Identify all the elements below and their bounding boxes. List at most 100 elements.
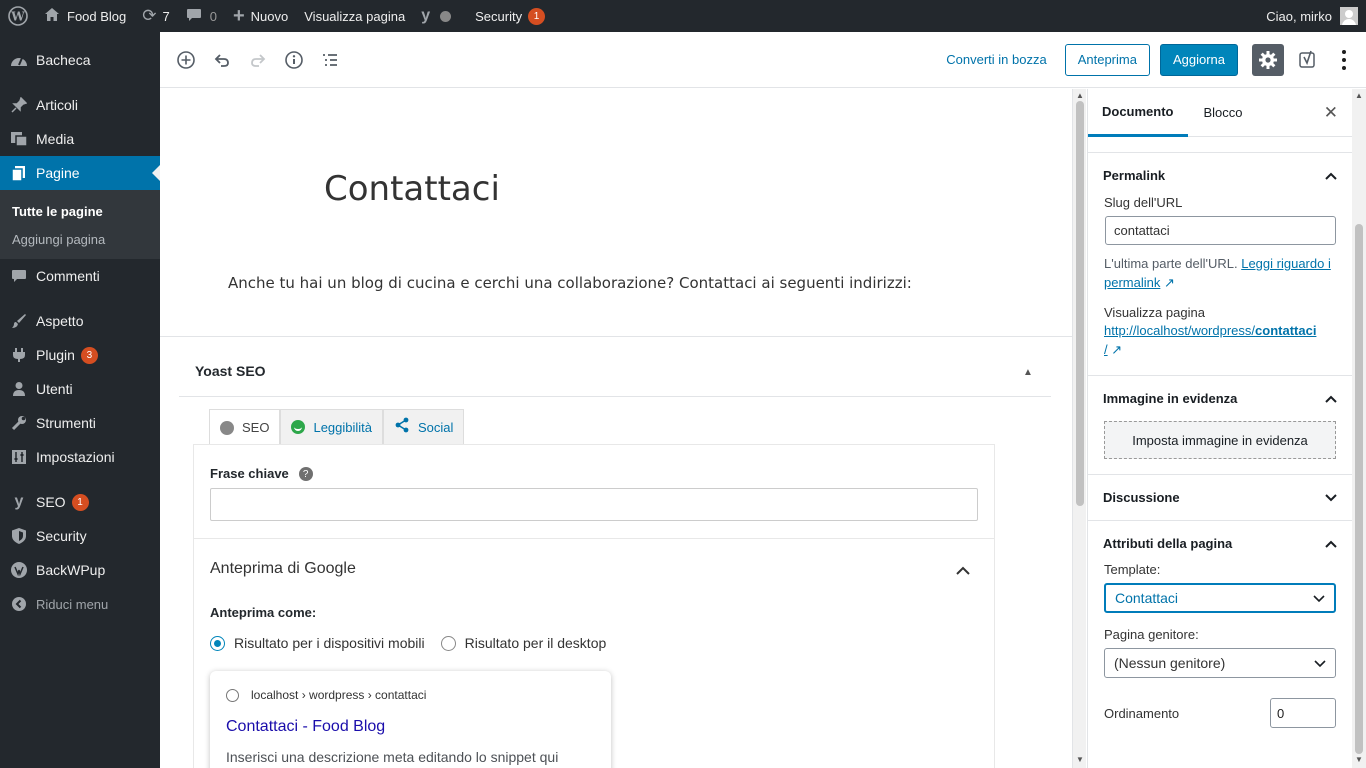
order-input[interactable]: 0 — [1270, 698, 1336, 728]
scroll-up-icon[interactable]: ▲ — [1076, 91, 1084, 100]
yoast-seo-panel: Frase chiave ? Anteprima di Google Antep… — [193, 444, 995, 768]
globe-icon — [226, 688, 239, 702]
permalink-section: Permalink Slug dell'URL contattaci L'ult… — [1088, 153, 1352, 376]
help-icon[interactable]: ? — [298, 467, 313, 482]
tab-social[interactable]: Social — [383, 409, 465, 444]
section-title: Attributi della pagina — [1103, 536, 1233, 551]
more-options-button[interactable] — [1332, 44, 1356, 76]
tab-document[interactable]: Documento — [1088, 89, 1188, 137]
link-text: Leggi riguardo i — [1241, 256, 1331, 271]
site-name-link[interactable]: Food Blog — [36, 0, 134, 32]
page-attributes-header[interactable]: Attributi della pagina — [1088, 521, 1352, 566]
sidebar-item-label: Pagine — [36, 165, 80, 181]
undo-button[interactable] — [204, 42, 240, 78]
permalink-url-row: http://localhost/wordpress/contattaci / ↗ — [1088, 321, 1352, 359]
radio-desktop-label[interactable]: Risultato per il desktop — [465, 635, 607, 651]
comments-link[interactable]: 0 — [178, 0, 225, 32]
scroll-up-icon[interactable]: ▲ — [1355, 91, 1363, 100]
editor-scrollbar[interactable]: ▲ ▼ — [1072, 89, 1086, 768]
featured-image-header[interactable]: Immagine in evidenza — [1088, 376, 1352, 421]
view-page-link[interactable]: Visualizza pagina — [296, 0, 413, 32]
scroll-down-icon[interactable]: ▼ — [1355, 755, 1363, 764]
wrench-icon — [10, 414, 28, 432]
radio-mobile[interactable] — [210, 635, 225, 651]
sidebar-item-pagine[interactable]: Pagine — [0, 156, 160, 190]
sidebar-item-media[interactable]: Media — [0, 122, 160, 156]
sidebar-scrollbar[interactable]: ▲ ▼ — [1352, 89, 1366, 768]
template-select[interactable]: Contattaci — [1104, 583, 1336, 613]
sidebar-item-security[interactable]: Security — [0, 519, 160, 553]
smiley-icon — [291, 420, 306, 434]
scrollbar-thumb[interactable] — [1076, 101, 1084, 506]
yoast-metabox-title[interactable]: Yoast SEO — [195, 363, 266, 379]
preview-button[interactable]: Anteprima — [1064, 43, 1150, 76]
collapse-icon — [10, 595, 28, 613]
convert-to-draft-button[interactable]: Converti in bozza — [946, 52, 1046, 67]
sidebar-item-commenti[interactable]: Commenti — [0, 259, 160, 293]
info-button[interactable] — [276, 42, 312, 78]
outline-button[interactable] — [312, 42, 348, 78]
update-button[interactable]: Aggiorna — [1159, 43, 1238, 76]
pin-icon — [10, 96, 28, 114]
paragraph-block[interactable]: Anche tu hai un blog di cucina e cerchi … — [228, 274, 912, 292]
sidebar-item-utenti[interactable]: Utenti — [0, 372, 160, 406]
chevron-up-icon[interactable] — [956, 562, 970, 578]
sidebar-item-articoli[interactable]: Articoli — [0, 88, 160, 122]
post-title[interactable]: Contattaci — [324, 169, 500, 209]
list-icon — [323, 53, 337, 66]
chevron-up-icon — [1325, 536, 1337, 551]
sidebar-item-aspetto[interactable]: Aspetto — [0, 304, 160, 338]
plus-circle-icon — [177, 50, 195, 69]
view-page-label: Visualizza pagina — [304, 8, 406, 24]
parent-label: Pagina genitore: — [1104, 627, 1199, 642]
share-icon — [394, 417, 410, 437]
template-label: Template: — [1104, 562, 1161, 577]
sidebar-item-bacheca[interactable]: Bacheca — [0, 43, 160, 77]
parent-select[interactable]: (Nessun genitore) — [1104, 648, 1336, 678]
scrollbar-thumb[interactable] — [1355, 224, 1363, 754]
radio-mobile-label[interactable]: Risultato per i dispositivi mobili — [234, 635, 425, 651]
yoast-sidebar-button[interactable] — [1292, 44, 1324, 76]
submenu-all-pages[interactable]: Tutte le pagine — [0, 197, 160, 225]
submenu-add-page[interactable]: Aggiungi pagina — [0, 225, 160, 253]
sidebar-item-plugin[interactable]: Plugin 3 — [0, 338, 160, 372]
redo-button[interactable] — [240, 42, 276, 78]
collapse-menu-button[interactable]: Riduci menu — [0, 587, 160, 621]
sidebar-item-label: Impostazioni — [36, 449, 115, 465]
select-value: (Nessun genitore) — [1114, 655, 1226, 671]
sidebar-item-backwpup[interactable]: BackWPup — [0, 553, 160, 587]
add-block-button[interactable] — [168, 42, 204, 78]
chevron-down-icon — [1325, 490, 1337, 505]
new-content-link[interactable]: + Nuovo — [225, 0, 296, 32]
wordpress-logo-icon[interactable]: W — [0, 0, 36, 32]
radio-desktop[interactable] — [440, 635, 456, 651]
close-icon[interactable]: ✕ — [1324, 103, 1338, 123]
updates-link[interactable]: ⟳ 7 — [134, 0, 177, 32]
tab-seo[interactable]: SEO — [209, 409, 281, 445]
refresh-icon: ⟳ — [142, 6, 157, 25]
slug-input[interactable]: contattaci — [1105, 216, 1336, 245]
google-preview-title[interactable]: Anteprima di Google — [210, 560, 356, 578]
tab-block[interactable]: Blocco — [1190, 89, 1257, 137]
scroll-down-icon[interactable]: ▼ — [1076, 755, 1084, 764]
sidebar-item-impostazioni[interactable]: Impostazioni — [0, 440, 160, 474]
sidebar-item-strumenti[interactable]: Strumenti — [0, 406, 160, 440]
security-link[interactable]: Security 1 — [467, 0, 553, 32]
collapse-label: Riduci menu — [36, 596, 109, 612]
sidebar-item-seo[interactable]: y SEO 1 — [0, 485, 160, 519]
yoast-adminbar-link[interactable]: y — [413, 0, 459, 32]
settings-toggle-button[interactable] — [1252, 43, 1284, 76]
media-icon — [10, 130, 28, 148]
keyphrase-input[interactable] — [210, 488, 978, 521]
user-account-link[interactable]: Ciao, mirko — [1258, 0, 1366, 32]
set-featured-image-button[interactable]: Imposta immagine in evidenza — [1104, 421, 1336, 459]
google-serp-preview[interactable]: localhost › wordpress › contattaci Conta… — [210, 671, 611, 768]
section-title: Immagine in evidenza — [1103, 391, 1238, 406]
permalink-url-link[interactable]: http://localhost/wordpress/contattaci / — [1104, 323, 1316, 357]
permalink-header[interactable]: Permalink — [1088, 153, 1352, 198]
seo-status-dot — [440, 10, 452, 22]
tab-readability[interactable]: Leggibilità — [280, 409, 384, 444]
serp-url-row: localhost › wordpress › contattaci — [226, 688, 426, 702]
discussion-header[interactable]: Discussione — [1088, 475, 1352, 520]
caret-up-icon[interactable]: ▲ — [1023, 367, 1033, 378]
